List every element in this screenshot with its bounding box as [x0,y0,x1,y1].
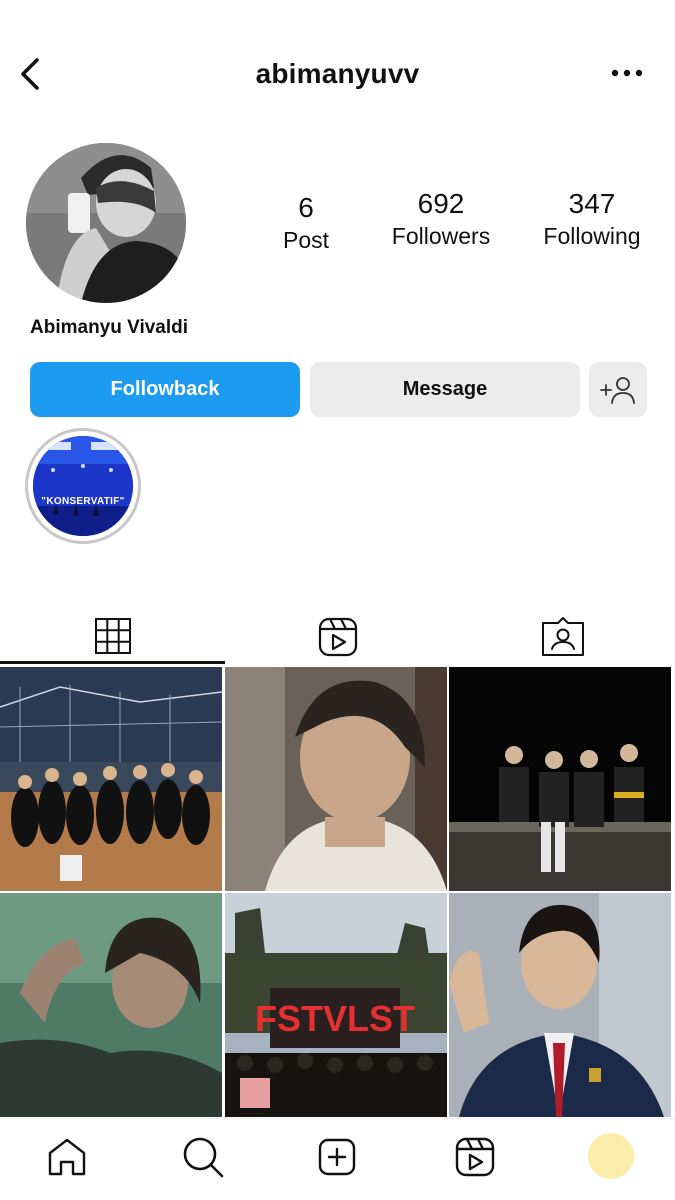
post-image [0,667,222,891]
create-icon [318,1138,356,1176]
post-thumbnail[interactable] [449,667,671,891]
post-thumbnail[interactable] [225,667,447,891]
message-button[interactable]: Message [310,362,580,417]
post-thumbnail[interactable] [449,893,671,1117]
posts-grid: FSTVLST [0,667,671,1117]
posts-label: Post [282,227,330,253]
more-dots-icon [611,69,643,77]
post-thumbnail[interactable] [0,667,222,891]
home-icon [48,1138,86,1176]
nav-reels[interactable] [452,1134,498,1180]
tab-tagged[interactable] [450,610,675,664]
svg-text:FSTVLST: FSTVLST [255,998,415,1039]
highlight-image [33,436,133,536]
followers-label: Followers [391,223,491,249]
following-count: 347 [568,188,616,219]
add-user-icon [600,376,635,404]
nav-home[interactable] [44,1134,90,1180]
followers-count: 692 [417,188,465,219]
followers-stat[interactable]: 692 Followers [380,186,502,250]
post-thumbnail[interactable] [0,893,222,1117]
suggest-users-button[interactable] [589,362,647,417]
following-stat[interactable]: 347 Following [530,186,654,250]
reels-icon [318,617,357,657]
highlight-cover: "KONSERVATIF" [33,436,133,536]
post-image [0,893,222,1117]
tab-reels[interactable] [225,610,450,664]
post-image [225,667,447,891]
grid-icon [94,617,131,654]
profile-stats: 6 Post 692 Followers 347 Following [250,186,660,266]
post-image: FSTVLST [225,893,447,1117]
post-image [449,893,671,1117]
bottom-navigation [0,1118,675,1200]
tagged-icon [541,617,584,656]
nav-create[interactable] [314,1134,360,1180]
story-highlight[interactable]: "KONSERVATIF" [25,428,141,544]
nav-profile-avatar[interactable] [588,1133,634,1179]
reels-icon [455,1137,495,1177]
nav-search[interactable] [180,1134,226,1180]
highlight-label: "KONSERVATIF" [41,496,125,507]
profile-username: abimanyuvv [255,58,420,89]
post-thumbnail[interactable]: FSTVLST [225,893,447,1117]
posts-count: 6 [298,192,314,223]
profile-full-name: Abimanyu Vivaldi [30,317,189,338]
followback-button[interactable]: Followback [30,362,300,417]
posts-stat[interactable]: 6 Post [270,190,342,254]
tab-posts-grid[interactable] [0,610,225,664]
profile-header: abimanyuvv [0,40,675,112]
profile-tabs [0,610,675,664]
more-options-button[interactable] [609,58,645,88]
post-image [449,667,671,891]
profile-avatar[interactable] [26,143,186,303]
search-icon [183,1137,224,1178]
avatar-image [26,143,186,303]
following-label: Following [543,223,641,249]
